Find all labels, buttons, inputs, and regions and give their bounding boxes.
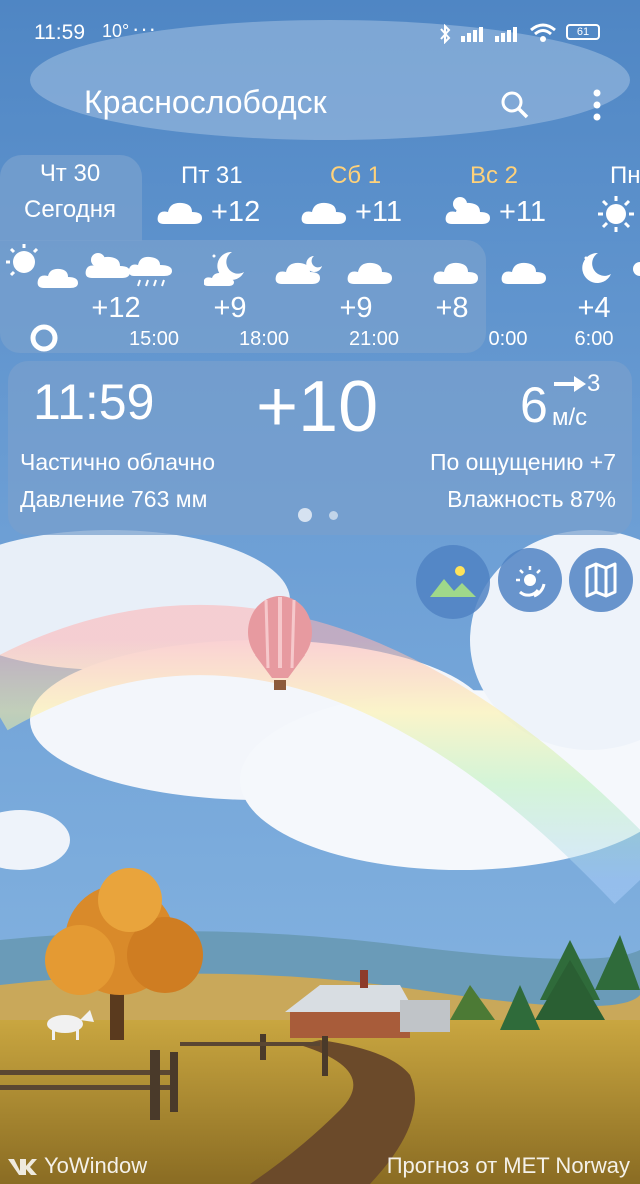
city-title[interactable]: Краснослободск bbox=[84, 84, 327, 121]
day-tab-sat[interactable]: Сб 1 +11 bbox=[300, 162, 420, 228]
day-tab-today[interactable]: Чт 30 Сегодня bbox=[10, 160, 130, 224]
day-label: Пн bbox=[610, 162, 640, 189]
current-time: 11:59 bbox=[33, 374, 155, 430]
condition-text: Частично облачно bbox=[20, 449, 215, 475]
hour-label: 0:00 bbox=[488, 328, 528, 350]
sun-cloud-icon bbox=[6, 244, 78, 288]
sun-icon bbox=[598, 196, 634, 232]
landscape-icon bbox=[430, 566, 476, 597]
status-more-notifications: ··· bbox=[132, 16, 157, 41]
status-temperature: 10° bbox=[102, 21, 130, 41]
wind-unit: м/с bbox=[552, 404, 588, 431]
day-label: Пт 31 bbox=[181, 162, 243, 189]
rain-cloud-icon bbox=[85, 253, 172, 287]
forecast-credit[interactable]: Прогноз от MET Norway bbox=[387, 1153, 630, 1179]
vk-logo-icon bbox=[8, 1159, 37, 1175]
feels-like-text: По ощущению +7 bbox=[429, 449, 616, 475]
status-bar: 11:59 10° ··· 61 bbox=[0, 0, 640, 66]
radar-button[interactable] bbox=[498, 548, 562, 612]
battery-indicator: 61 bbox=[566, 24, 600, 40]
wifi-icon bbox=[530, 23, 556, 42]
day-temp: +11 bbox=[499, 196, 547, 228]
day-temp: +12 bbox=[211, 196, 261, 228]
cloud-icon bbox=[157, 202, 202, 224]
cloud-icon bbox=[501, 262, 546, 284]
hour-label: 21:00 bbox=[348, 328, 400, 350]
status-time: 11:59 bbox=[34, 21, 85, 44]
hour-label: 18:00 bbox=[238, 328, 290, 350]
map-button[interactable] bbox=[569, 548, 633, 612]
moon-cloud-icon bbox=[204, 251, 244, 286]
wind-arrow-icon bbox=[554, 376, 586, 392]
current-temperature: +10 bbox=[256, 367, 379, 447]
humidity-text: Влажность 87% bbox=[447, 486, 616, 512]
day-tab-sun[interactable]: Вс 2 +11 bbox=[444, 162, 564, 228]
page-indicator-active[interactable] bbox=[298, 508, 312, 522]
map-icon bbox=[585, 562, 617, 598]
hour-temp: +12 bbox=[91, 292, 141, 324]
day-tab-fri[interactable]: Пт 31 +12 bbox=[156, 162, 276, 228]
search-icon[interactable] bbox=[500, 90, 530, 120]
current-time-marker-icon bbox=[30, 324, 58, 352]
landscape-button[interactable] bbox=[416, 545, 490, 619]
weather-radar-icon bbox=[516, 566, 546, 598]
hour-label: 15:00 bbox=[128, 328, 180, 350]
page-indicator[interactable] bbox=[329, 511, 338, 520]
day-tab-mon[interactable]: Пн bbox=[598, 162, 640, 232]
signal-icon-sim2 bbox=[495, 27, 517, 42]
partly-cloudy-icon bbox=[445, 197, 490, 224]
cloud-icon bbox=[433, 262, 478, 284]
pressure-text: Давление 763 мм bbox=[20, 486, 208, 512]
day-label: Чт 30 bbox=[39, 160, 101, 187]
bluetooth-icon bbox=[440, 24, 451, 44]
day-label: Сб 1 bbox=[330, 162, 382, 189]
hour-temp: +8 bbox=[435, 292, 469, 324]
more-options-icon[interactable] bbox=[590, 88, 604, 122]
hour-temp: +9 bbox=[339, 292, 373, 324]
hour-temp: +4 bbox=[577, 292, 611, 324]
today-label: Сегодня bbox=[24, 196, 116, 223]
sun-icon bbox=[633, 262, 640, 276]
wind-speed: 6 bbox=[520, 377, 548, 433]
day-temp: +11 bbox=[355, 196, 403, 228]
signal-icon-sim1 bbox=[461, 27, 483, 42]
cloud-icon bbox=[301, 202, 346, 224]
hour-temp: +9 bbox=[213, 292, 247, 324]
wind-gust: 3 bbox=[587, 370, 601, 397]
cloud-night-icon bbox=[275, 256, 322, 284]
hour-label: 6:00 bbox=[574, 328, 614, 350]
moon-icon bbox=[582, 252, 611, 283]
cloud-icon bbox=[347, 262, 392, 284]
day-label: Вс 2 bbox=[470, 162, 519, 189]
yowindow-brand[interactable]: YoWindow bbox=[44, 1153, 147, 1179]
